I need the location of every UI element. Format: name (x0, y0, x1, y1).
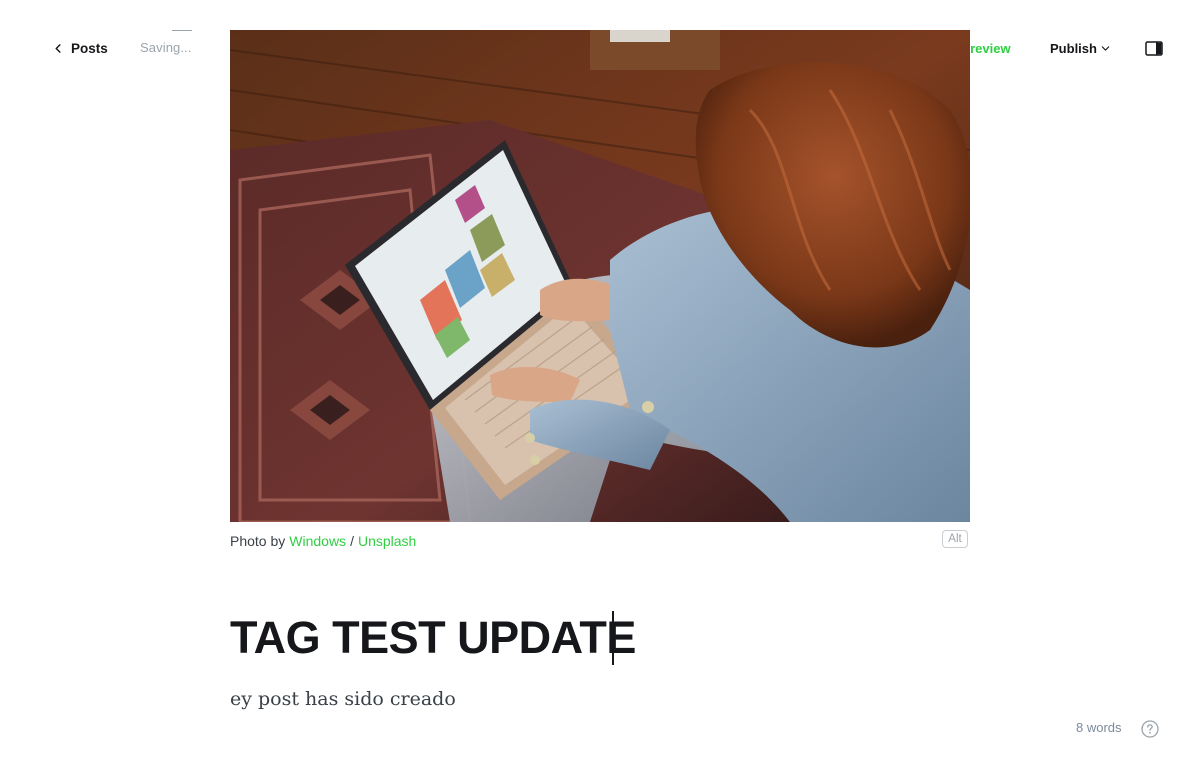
feature-image[interactable] (230, 30, 970, 522)
caption-prefix: Photo by (230, 533, 286, 549)
save-status: Saving... (140, 40, 192, 55)
word-count: 8 words (1076, 720, 1122, 735)
chevron-left-icon (55, 43, 61, 53)
chevron-down-icon (1101, 46, 1110, 51)
publish-button[interactable]: Publish (1040, 32, 1120, 64)
question-circle-icon (1141, 720, 1159, 738)
publish-label: Publish (1050, 40, 1097, 56)
post-body[interactable]: ey post has sido creado (230, 686, 456, 712)
settings-sidebar-toggle[interactable] (1142, 37, 1166, 59)
back-label: Posts (71, 40, 108, 56)
photographer-link[interactable]: Windows (289, 533, 346, 549)
alt-text-button[interactable]: Alt (942, 530, 968, 548)
saving-indicator-bar (172, 30, 192, 31)
image-caption: Photo by Windows / Unsplash (230, 532, 416, 550)
caption-separator: / (350, 533, 354, 549)
back-to-posts-link[interactable]: Posts (54, 38, 108, 58)
post-title[interactable]: TAG TEST UPDATE (230, 608, 636, 668)
sidebar-panel-icon (1145, 40, 1163, 56)
unsplash-link[interactable]: Unsplash (358, 533, 416, 549)
text-caret (612, 611, 614, 665)
help-question-icon[interactable] (1141, 720, 1159, 738)
photo-laptop-woman-icon (230, 30, 970, 522)
